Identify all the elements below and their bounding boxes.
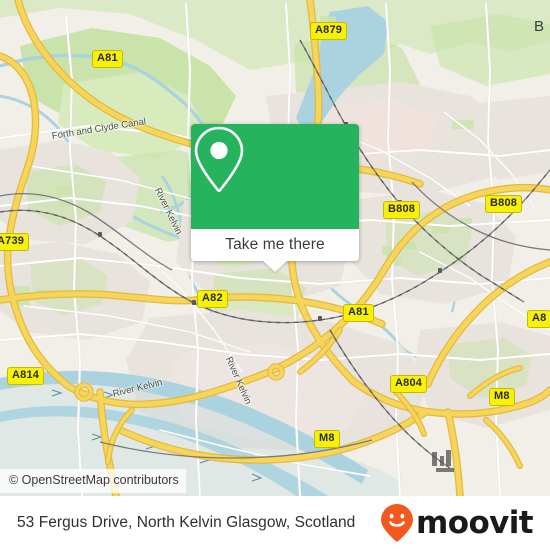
moovit-wordmark: moovit	[416, 504, 534, 541]
road-shield-b808-west: B808	[383, 201, 421, 219]
road-shield-a82: A82	[197, 290, 228, 308]
bottom-info-bar: 53 Fergus Drive, North Kelvin Glasgow, S…	[0, 496, 550, 550]
osm-attribution[interactable]: © OpenStreetMap contributors	[0, 469, 186, 493]
place-label-b: B	[534, 18, 545, 35]
callout-action-area[interactable]: Take me there	[191, 229, 359, 272]
map-pin-icon	[194, 126, 244, 192]
moovit-smiley-pin-icon	[381, 504, 414, 542]
callout-pin-area	[191, 124, 359, 229]
road-shield-a804: A804	[390, 375, 428, 393]
road-shield-a81-south: A81	[343, 304, 374, 322]
address-label: 53 Fergus Drive, North Kelvin Glasgow, S…	[17, 514, 356, 531]
road-shield-m8-east: M8	[489, 388, 515, 406]
road-shield-b808-east: B808	[485, 195, 523, 213]
road-shield-m8-west: M8	[314, 430, 340, 448]
road-shield-a8: A8	[527, 310, 550, 328]
map-screenshot-root: .park { fill:#c9e3ab; } .grass { fill:#d…	[0, 0, 550, 550]
road-shield-a879: A879	[310, 22, 348, 40]
destination-callout[interactable]: Take me there	[191, 124, 359, 272]
map-canvas[interactable]: .park { fill:#c9e3ab; } .grass { fill:#d…	[0, 0, 550, 496]
road-shield-a739: A739	[0, 233, 30, 251]
callout-pointer	[262, 260, 288, 272]
road-shield-a81-north: A81	[92, 50, 123, 68]
moovit-brand[interactable]: moovit	[380, 503, 534, 543]
road-shield-a814: A814	[7, 367, 45, 385]
take-me-there-label: Take me there	[225, 236, 325, 253]
